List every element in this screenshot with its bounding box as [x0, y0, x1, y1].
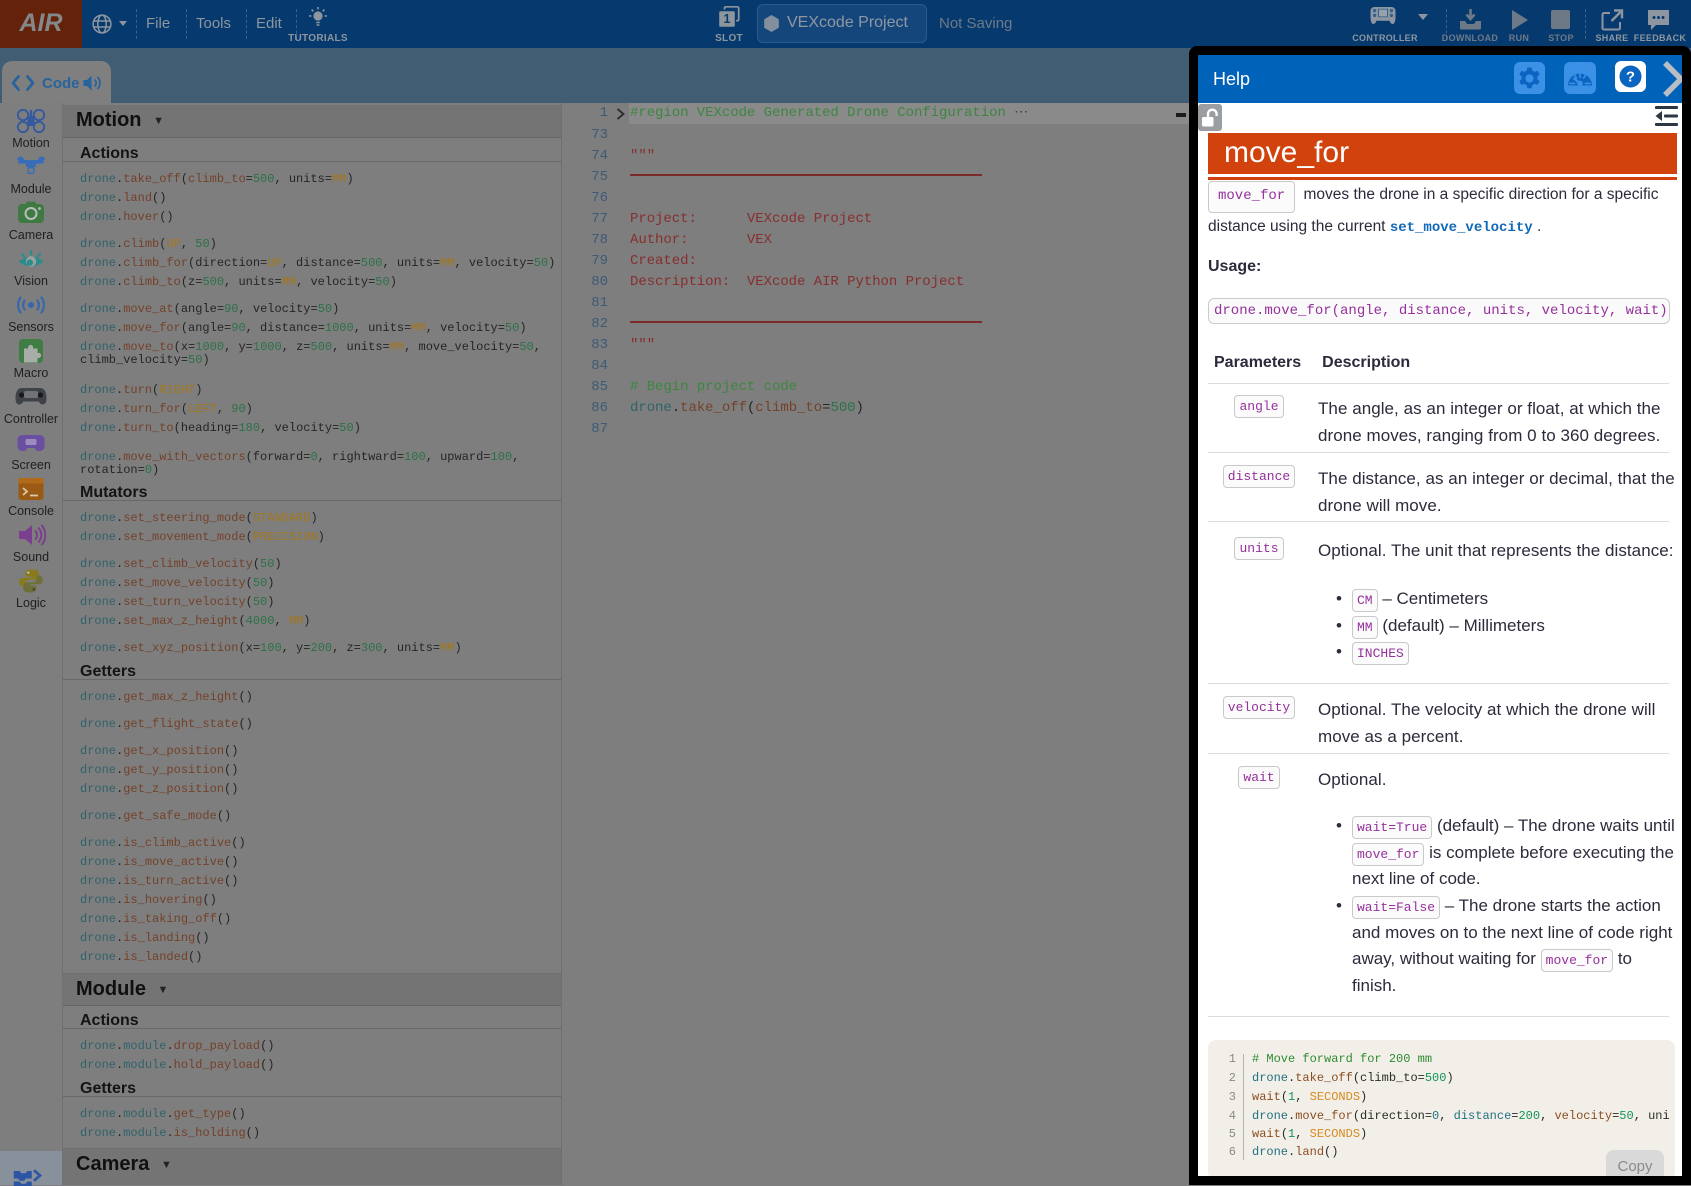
svg-text:1: 1: [724, 12, 731, 26]
svg-text:?: ?: [1626, 69, 1635, 86]
